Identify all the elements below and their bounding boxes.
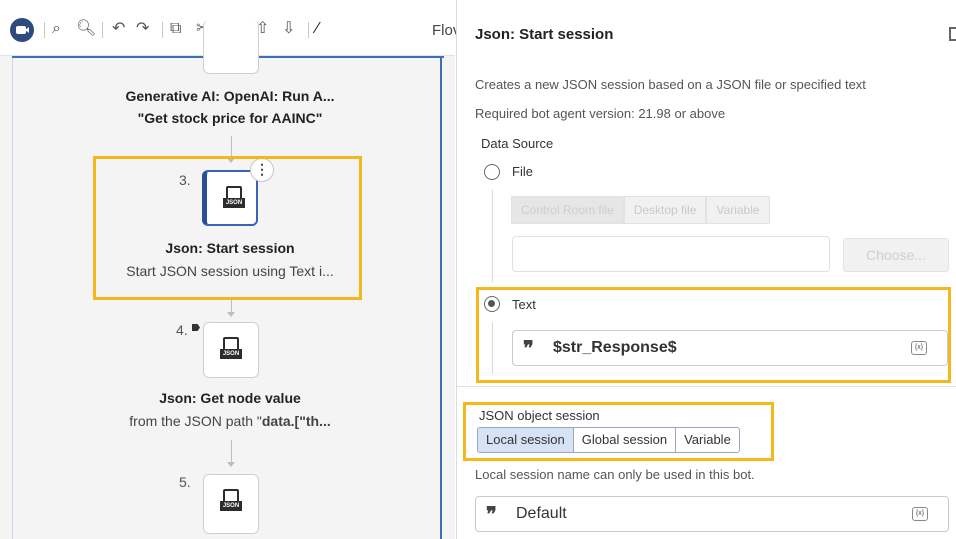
data-source-label: Data Source: [481, 136, 554, 151]
openai-node-title: Generative AI: OpenAI: Run A...: [125, 88, 335, 104]
connector-line: [231, 440, 232, 464]
insert-variable-icon[interactable]: {x}: [912, 507, 928, 521]
move-down-icon[interactable]: ⇩: [282, 20, 295, 38]
search-icon[interactable]: 🔍︎: [76, 20, 96, 38]
file-source-tabs: Control Room file Desktop file Variable: [511, 196, 770, 224]
copy-icon[interactable]: ⧉: [170, 20, 181, 38]
toolbar-separator: [44, 22, 45, 38]
json-get-node-value-subtitle: from the JSON path "data.["th...: [129, 413, 331, 429]
record-icon[interactable]: [10, 18, 34, 42]
json-node-5[interactable]: JSON: [203, 474, 259, 534]
file-path-input[interactable]: [512, 236, 830, 272]
undo-icon[interactable]: ↶: [112, 20, 125, 38]
json-file-icon: JSON: [220, 489, 242, 515]
json-get-node-value-node[interactable]: JSON: [203, 322, 259, 378]
session-name-value: Default: [516, 505, 567, 522]
panel-title: Json: Start session: [475, 26, 614, 43]
section-divider: [457, 386, 956, 387]
connector-arrow: [227, 462, 235, 467]
toolbar-separator: [308, 22, 309, 38]
highlight-selected-node: [93, 156, 362, 300]
panel-expand-icon[interactable]: [949, 27, 956, 41]
json-get-node-value-title: Json: Get node value: [159, 390, 301, 406]
file-radio-label[interactable]: File: [512, 164, 533, 179]
app-window: ⌕ 🔍︎ ↶ ↷ ⧉ ✂ ▤ ⇧ ⇩ ⁄ Flov Generative AI:…: [0, 0, 956, 539]
highlight-text-option: [476, 287, 951, 383]
session-name-input[interactable]: ❞ Default {x}: [475, 496, 949, 532]
local-session-hint: Local session name can only be used in t…: [475, 467, 755, 482]
json-file-icon: JSON: [220, 337, 242, 363]
desktop-file-tab[interactable]: Desktop file: [623, 196, 707, 224]
choose-button[interactable]: Choose...: [843, 238, 949, 272]
step-number: 4.: [176, 322, 188, 338]
step-number: 5.: [179, 474, 191, 490]
panel-description: Creates a new JSON session based on a JS…: [475, 77, 866, 92]
file-variable-tab[interactable]: Variable: [706, 196, 770, 224]
find-icon[interactable]: ⌕: [52, 20, 61, 38]
disable-icon[interactable]: ⁄: [316, 20, 319, 38]
redo-icon[interactable]: ↷: [136, 20, 149, 38]
quote-icon: ❞: [486, 504, 497, 526]
toolbar-separator: [162, 22, 163, 38]
openai-node-box[interactable]: [203, 20, 259, 74]
file-radio[interactable]: [484, 164, 500, 180]
connector-arrow: [227, 312, 235, 317]
control-room-file-tab[interactable]: Control Room file: [511, 196, 624, 224]
bot-version-note: Required bot agent version: 21.98 or abo…: [475, 106, 726, 121]
flow-canvas-pane: ⌕ 🔍︎ ↶ ↷ ⧉ ✂ ▤ ⇧ ⇩ ⁄ Flov Generative AI:…: [0, 0, 460, 539]
file-group-rule: [492, 190, 493, 282]
openai-node-subtitle: "Get stock price for AAINC": [137, 110, 323, 126]
highlight-session-option: [463, 402, 774, 461]
toolbar-separator: [102, 22, 103, 38]
